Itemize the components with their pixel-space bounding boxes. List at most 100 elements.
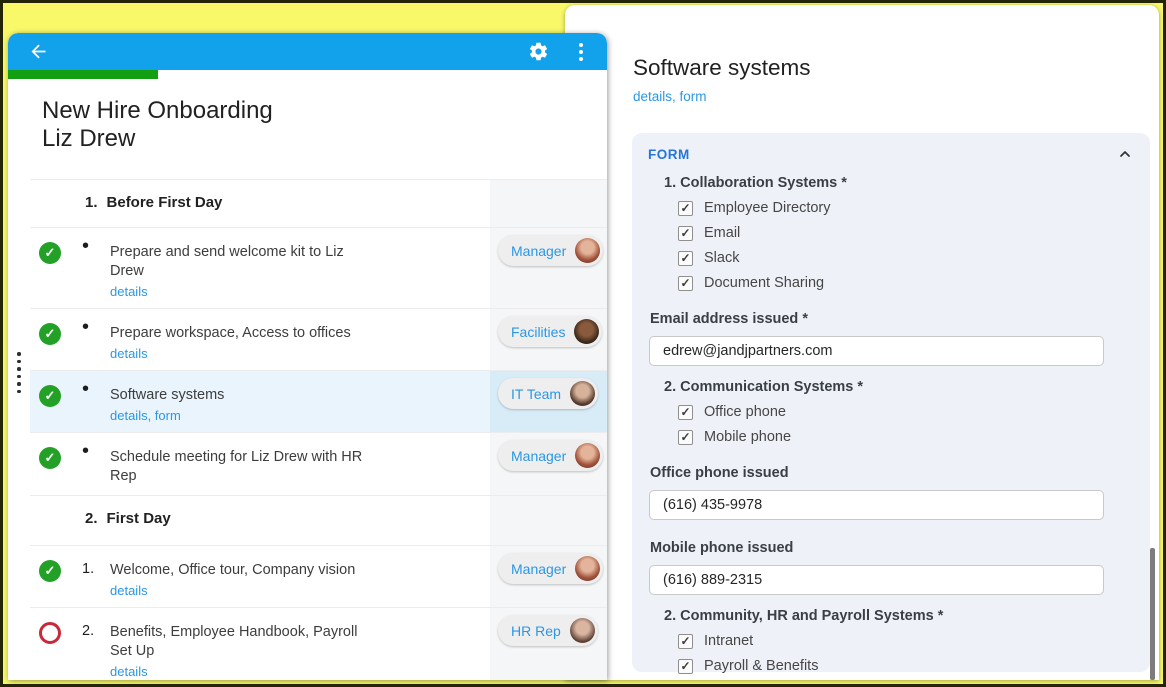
bullet: • <box>82 317 110 337</box>
task-check-icon[interactable]: ✓ <box>39 447 61 469</box>
gear-icon[interactable] <box>528 41 549 62</box>
task-check-icon[interactable]: ✓ <box>39 242 61 264</box>
assignee-pill[interactable]: Manager <box>498 553 603 584</box>
task-row[interactable]: 2. Benefits, Employee Handbook, Payroll … <box>30 607 607 680</box>
form-group-label: 1. Collaboration Systems * <box>664 175 1132 191</box>
assignee-label: IT Team <box>511 386 561 402</box>
avatar <box>575 556 600 581</box>
task-title: Software systems <box>110 386 484 405</box>
chevron-up-icon[interactable] <box>1117 146 1133 162</box>
task-status-rejected-icon[interactable] <box>39 622 61 644</box>
bullet: • <box>82 441 110 461</box>
task-check-icon[interactable]: ✓ <box>39 560 61 582</box>
office-phone-input[interactable] <box>649 490 1104 520</box>
checkbox-checked[interactable]: ✓ <box>678 634 693 649</box>
task-details-link[interactable]: details, form <box>110 408 484 423</box>
assignee-label: Manager <box>511 448 566 464</box>
assignee-label: Manager <box>511 243 566 259</box>
task-title: Benefits, Employee Handbook, Payroll Set… <box>110 623 484 661</box>
checkbox-checked[interactable]: ✓ <box>678 201 693 216</box>
task-row[interactable]: ✓ 1. Welcome, Office tour, Company visio… <box>30 545 607 607</box>
section-label: First Day <box>107 510 171 545</box>
email-issued-input[interactable] <box>649 336 1104 366</box>
form-section: FORM 1. Collaboration Systems * ✓ Employ… <box>632 133 1150 672</box>
field-label: Office phone issued <box>650 465 1132 481</box>
progress-bar <box>8 70 607 79</box>
form-section-label: FORM <box>648 147 690 162</box>
checkbox-checked[interactable]: ✓ <box>678 276 693 291</box>
back-arrow-icon[interactable] <box>28 41 49 62</box>
checkbox-row: ✓ Intranet <box>678 633 1132 649</box>
checkbox-row: ✓ Office phone <box>678 404 1132 420</box>
avatar <box>570 618 595 643</box>
task-title: Schedule meeting for Liz Drew with HR Re… <box>110 448 484 486</box>
task-row[interactable]: ✓ • Schedule meeting for Liz Drew with H… <box>30 432 607 495</box>
checklist-header <box>8 33 607 70</box>
avatar <box>570 381 595 406</box>
task-list: 1. Before First Day ✓ • Prepare and send… <box>8 179 607 680</box>
task-row[interactable]: ✓ • Prepare and send welcome kit to Liz … <box>30 227 607 308</box>
scrollbar-thumb[interactable] <box>1150 548 1155 680</box>
assignee-pill[interactable]: Facilities <box>498 316 602 347</box>
checkbox-label: HRIS <box>704 683 739 687</box>
bullet: • <box>82 236 110 256</box>
task-details-link[interactable]: details <box>110 583 484 598</box>
checkbox-row: ✓ Employee Directory <box>678 200 1132 216</box>
checklist-title: New Hire Onboarding Liz Drew <box>42 97 607 153</box>
assignee-label: Facilities <box>511 324 565 340</box>
checkbox-row: ✓ Mobile phone <box>678 429 1132 445</box>
checkbox-row: ✓ Document Sharing <box>678 275 1132 291</box>
task-title: Welcome, Office tour, Company vision <box>110 561 484 580</box>
task-details-link[interactable]: details <box>110 664 484 679</box>
avatar <box>574 319 599 344</box>
checkbox-row: ✓ Payroll & Benefits <box>678 658 1132 674</box>
checkbox-label: Office phone <box>704 404 786 420</box>
task-check-icon[interactable]: ✓ <box>39 385 61 407</box>
checkbox-checked[interactable]: ✓ <box>678 430 693 445</box>
task-row[interactable]: ✓ • Prepare workspace, Access to offices… <box>30 308 607 370</box>
checkbox-label: Email <box>704 225 740 241</box>
progress-bar-fill <box>8 70 158 79</box>
task-title: Prepare and send welcome kit to Liz Drew <box>110 243 484 281</box>
field-label: Email address issued * <box>650 311 1132 327</box>
task-detail-panel: Software systems details, form FORM 1. C… <box>565 5 1159 680</box>
task-detail-links[interactable]: details, form <box>633 89 1159 104</box>
assignee-pill[interactable]: Manager <box>498 235 603 266</box>
checkbox-label: Mobile phone <box>704 429 791 445</box>
checkbox-row: ✓ HRIS <box>678 683 1132 687</box>
section-header: 1. Before First Day <box>30 179 607 227</box>
avatar <box>575 238 600 263</box>
checkbox-label: Employee Directory <box>704 200 831 216</box>
section-label: Before First Day <box>107 194 223 227</box>
task-number: 2. <box>82 623 110 639</box>
task-title: Prepare workspace, Access to offices <box>110 324 484 343</box>
task-number: 1. <box>82 561 110 577</box>
task-details-link[interactable]: details <box>110 284 484 299</box>
bullet: • <box>82 379 110 399</box>
checkbox-checked[interactable]: ✓ <box>678 684 693 687</box>
checkbox-checked[interactable]: ✓ <box>678 659 693 674</box>
checkbox-checked[interactable]: ✓ <box>678 251 693 266</box>
checkbox-row: ✓ Slack <box>678 250 1132 266</box>
task-check-icon[interactable]: ✓ <box>39 323 61 345</box>
assignee-pill[interactable]: HR Rep <box>498 615 598 646</box>
assignee-label: Manager <box>511 561 566 577</box>
assignee-pill[interactable]: Manager <box>498 440 603 471</box>
checkbox-label: Document Sharing <box>704 275 824 291</box>
checklist-panel: New Hire Onboarding Liz Drew 1. Before F… <box>8 33 607 680</box>
task-details-link[interactable]: details <box>110 346 484 361</box>
task-row-selected[interactable]: ✓ • Software systems details, form IT Te… <box>30 370 607 432</box>
checkbox-row: ✓ Email <box>678 225 1132 241</box>
form-group-label: 2. Communication Systems * <box>664 379 1132 395</box>
task-detail-title: Software systems <box>633 55 1159 81</box>
more-vertical-icon[interactable] <box>579 43 583 61</box>
checkbox-label: Intranet <box>704 633 753 649</box>
field-label: Mobile phone issued <box>650 540 1132 556</box>
checkbox-checked[interactable]: ✓ <box>678 405 693 420</box>
drag-handle-dots-icon[interactable] <box>17 352 21 393</box>
assignee-pill[interactable]: IT Team <box>498 378 598 409</box>
app-window: Software systems details, form FORM 1. C… <box>0 0 1166 687</box>
checkbox-checked[interactable]: ✓ <box>678 226 693 241</box>
avatar <box>575 443 600 468</box>
mobile-phone-input[interactable] <box>649 565 1104 595</box>
